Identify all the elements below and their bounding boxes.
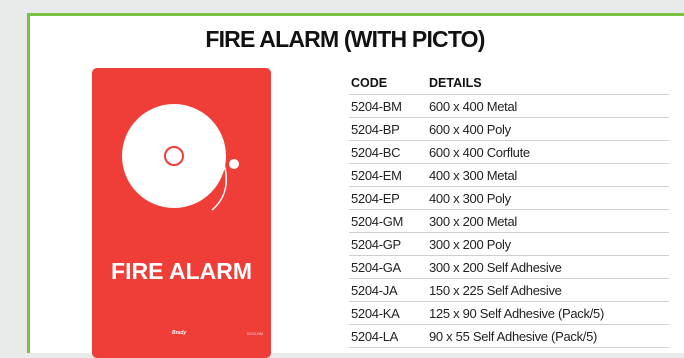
fire-alarm-bell-icon [122, 104, 239, 211]
table-row: 5204-JA 150 x 225 Self Adhesive [349, 278, 669, 302]
code-cell: 5204-JA [349, 278, 427, 302]
table-row: 5204-BM 600 x 400 Metal [349, 94, 669, 118]
sign-code: 5204-BM [247, 331, 264, 336]
fire-alarm-sign: FIRE ALARM Brady 5204-BM [92, 68, 271, 358]
details-cell: 600 x 400 Corflute [427, 140, 669, 164]
code-cell: 5204-GM [349, 209, 427, 233]
table-row: 5204-GP 300 x 200 Poly [349, 232, 669, 256]
details-cell: 150 x 225 Self Adhesive [427, 278, 669, 302]
product-table: CODE DETAILS 5204-BM 600 x 400 Metal 5204… [349, 72, 669, 348]
code-cell: 5204-BM [349, 94, 427, 118]
column-header-code: CODE [349, 72, 427, 95]
details-cell: 600 x 400 Metal [427, 94, 669, 118]
details-cell: 90 x 55 Self Adhesive (Pack/5) [427, 324, 669, 348]
table-row: 5204-EP 400 x 300 Poly [349, 186, 669, 210]
details-cell: 300 x 200 Self Adhesive [427, 255, 669, 279]
details-cell: 300 x 200 Poly [427, 232, 669, 256]
code-cell: 5204-KA [349, 301, 427, 325]
code-cell: 5204-GP [349, 232, 427, 256]
table-row: 5204-BP 600 x 400 Poly [349, 117, 669, 141]
table-header-row: CODE DETAILS [349, 72, 669, 95]
column-header-details: DETAILS [427, 72, 669, 95]
product-card: FIRE ALARM (WITH PICTO) FIRE ALARM Brady… [27, 13, 684, 358]
code-cell: 5204-EP [349, 186, 427, 210]
details-cell: 125 x 90 Self Adhesive (Pack/5) [427, 301, 669, 325]
code-cell: 5204-BP [349, 117, 427, 141]
sign-label: FIRE ALARM [111, 258, 252, 284]
code-cell: 5204-LA [349, 324, 427, 348]
page-title: FIRE ALARM (WITH PICTO) [205, 26, 485, 52]
details-cell: 400 x 300 Poly [427, 186, 669, 210]
table-row: 5204-KA 125 x 90 Self Adhesive (Pack/5) [349, 301, 669, 325]
details-cell: 600 x 400 Poly [427, 117, 669, 141]
code-cell: 5204-BC [349, 140, 427, 164]
table-row: 5204-GA 300 x 200 Self Adhesive [349, 255, 669, 279]
table-row: 5204-GM 300 x 200 Metal [349, 209, 669, 233]
brand-logo: Brady [172, 330, 187, 336]
details-cell: 400 x 300 Metal [427, 163, 669, 187]
table-row: 5204-LA 90 x 55 Self Adhesive (Pack/5) [349, 324, 669, 348]
details-cell: 300 x 200 Metal [427, 209, 669, 233]
code-cell: 5204-GA [349, 255, 427, 279]
table-row: 5204-BC 600 x 400 Corflute [349, 140, 669, 164]
table-row: 5204-EM 400 x 300 Metal [349, 163, 669, 187]
code-cell: 5204-EM [349, 163, 427, 187]
